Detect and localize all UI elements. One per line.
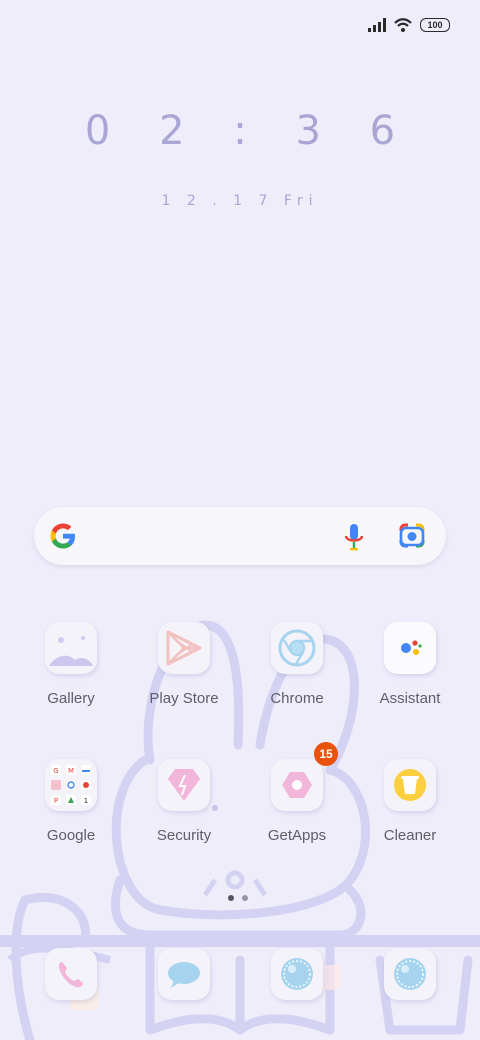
- page-indicator: [228, 895, 248, 901]
- page-dot-active: [228, 895, 234, 901]
- clock-date[interactable]: 1 2 . 1 7 Fri: [0, 193, 480, 209]
- svg-text:G: G: [53, 767, 58, 775]
- app-label: GetApps: [267, 827, 327, 844]
- google-folder-icon: G M P 1: [45, 759, 97, 811]
- cleaner-icon: [384, 759, 436, 811]
- app-label: Google: [46, 827, 96, 844]
- app-label: Security: [156, 827, 212, 844]
- assistant-icon: [384, 622, 436, 674]
- messages-icon: [158, 948, 210, 1000]
- browser-icon: [271, 948, 323, 1000]
- page-dot: [242, 895, 248, 901]
- svg-text:M: M: [68, 767, 74, 775]
- google-lens-icon[interactable]: [398, 523, 426, 549]
- google-search-bar[interactable]: [34, 507, 446, 565]
- chrome-icon: [271, 622, 323, 674]
- app-label: Chrome: [270, 690, 324, 707]
- play-store-icon: [158, 622, 210, 674]
- status-bar: 100: [368, 18, 450, 32]
- svg-text:P: P: [54, 797, 58, 805]
- google-logo-icon: [50, 523, 75, 549]
- app-label: Cleaner: [383, 827, 437, 844]
- svg-text:1: 1: [84, 797, 88, 805]
- mic-icon[interactable]: [340, 522, 368, 552]
- notification-badge: 15: [314, 742, 338, 766]
- wifi-icon: [394, 18, 412, 32]
- battery-indicator: 100: [420, 18, 450, 32]
- gallery-icon: [45, 622, 97, 674]
- camera-icon: [384, 948, 436, 1000]
- phone-icon: [45, 948, 97, 1000]
- app-label: Assistant: [379, 690, 441, 707]
- app-label: Gallery: [47, 690, 95, 707]
- app-label: Play Store: [149, 690, 219, 707]
- clock-time[interactable]: 0 2 : 3 6: [0, 108, 480, 154]
- signal-icon: [368, 18, 386, 32]
- getapps-icon: [271, 759, 323, 811]
- security-icon: [158, 759, 210, 811]
